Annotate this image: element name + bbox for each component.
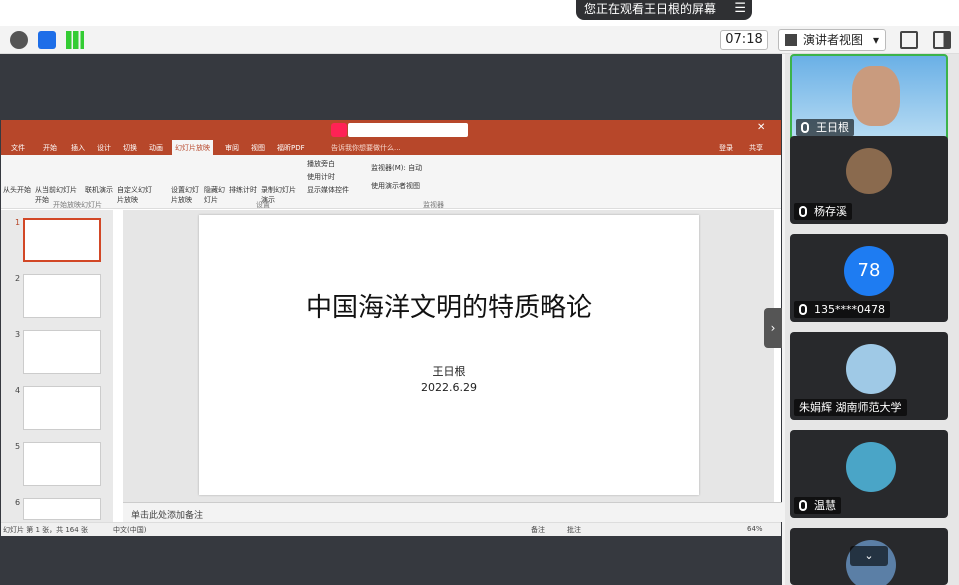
slide-number: 4 bbox=[15, 386, 21, 395]
view-mode-dropdown[interactable]: 演讲者视图 ▾ bbox=[778, 29, 886, 51]
notes-toggle[interactable]: 备注 bbox=[531, 525, 545, 535]
menu-slideshow[interactable]: 幻灯片放映 bbox=[172, 140, 213, 155]
menu-icon[interactable]: ☰ bbox=[734, 0, 746, 18]
sidebar-toggle-icon[interactable] bbox=[933, 31, 951, 49]
close-icon[interactable]: ✕ bbox=[757, 122, 765, 133]
menu-foxit[interactable]: 福昕PDF bbox=[277, 143, 305, 153]
media-controls-checkbox[interactable]: 显示媒体控件 bbox=[307, 185, 349, 195]
collapse-sidebar-icon[interactable]: › bbox=[764, 308, 782, 348]
slide-number: 1 bbox=[15, 218, 21, 227]
login-link[interactable]: 登录 bbox=[719, 143, 733, 153]
participant-name: 朱娟辉 湖南师范大学 bbox=[794, 399, 907, 416]
mic-muted-icon bbox=[799, 206, 807, 217]
ime-toolbar[interactable] bbox=[348, 123, 468, 137]
fullscreen-icon[interactable] bbox=[900, 31, 918, 49]
menu-view[interactable]: 视图 bbox=[251, 143, 265, 153]
participant-avatar bbox=[846, 344, 896, 394]
participant-tile[interactable]: 78 135****0478 bbox=[790, 234, 948, 322]
menu-animations[interactable]: 动画 bbox=[149, 143, 163, 153]
mic-icon bbox=[801, 122, 809, 133]
rehearse-button[interactable]: 排练计时 bbox=[229, 185, 257, 195]
from-beginning-button[interactable]: 从头开始 bbox=[3, 185, 31, 195]
presenter-view-checkbox[interactable]: 使用演示者视图 bbox=[371, 181, 420, 191]
menu-design[interactable]: 设计 bbox=[97, 143, 111, 153]
powerpoint-window: ✕ 文件 开始 插入 设计 切换 动画 幻灯片放映 审阅 视图 福昕PDF 告诉… bbox=[1, 120, 782, 536]
menu-bar: 文件 开始 插入 设计 切换 动画 幻灯片放映 审阅 视图 福昕PDF 告诉我你… bbox=[1, 140, 781, 155]
group-label-monitor: 监视器 bbox=[423, 201, 444, 209]
participant-name: 王日根 bbox=[796, 119, 854, 136]
title-bar: ✕ bbox=[1, 120, 781, 140]
online-present-button[interactable]: 联机演示 bbox=[85, 185, 113, 195]
menu-file[interactable]: 文件 bbox=[11, 143, 25, 153]
slide-number: 2 bbox=[15, 274, 21, 283]
slide-count: 幻灯片 第 1 张，共 164 张 bbox=[3, 526, 88, 534]
setup-show-button[interactable]: 设置幻灯片放映 bbox=[171, 185, 205, 205]
narration-checkbox[interactable]: 播放旁白 bbox=[307, 159, 335, 169]
slide-date: 2022.6.29 bbox=[421, 381, 477, 394]
slide-thumbnail[interactable] bbox=[23, 218, 101, 262]
monitor-select[interactable]: 监视器(M): 自动 bbox=[371, 163, 422, 173]
timings-checkbox[interactable]: 使用计时 bbox=[307, 172, 335, 182]
comments-toggle[interactable]: 批注 bbox=[567, 525, 581, 535]
status-bar: 幻灯片 第 1 张，共 164 张 中文(中国) 备注 批注 64% bbox=[1, 522, 781, 536]
mic-muted-icon bbox=[799, 500, 807, 511]
slide-thumbnail[interactable] bbox=[23, 386, 101, 430]
slide-thumbnail[interactable] bbox=[23, 274, 101, 318]
participant-tile[interactable]: 杨存溪 bbox=[790, 136, 948, 224]
participant-tile[interactable]: 朱娟辉 湖南师范大学 bbox=[790, 332, 948, 420]
chevron-down-icon: ▾ bbox=[872, 33, 879, 47]
security-shield-icon[interactable] bbox=[38, 31, 56, 49]
language-status: 中文(中国) bbox=[113, 526, 147, 534]
slide-number: 3 bbox=[15, 330, 21, 339]
screen-share-indicator: 您正在观看王日根的屏幕 ☰ bbox=[576, 0, 752, 20]
participant-tile[interactable]: ⌄ bbox=[790, 528, 948, 585]
signal-strength-icon[interactable] bbox=[66, 31, 84, 49]
slide-title: 中国海洋文明的特质略论 bbox=[305, 293, 592, 323]
participant-avatar bbox=[846, 148, 892, 194]
current-slide[interactable]: 中国海洋文明的特质略论 王日根 2022.6.29 bbox=[199, 215, 699, 495]
participant-name: 135****0478 bbox=[794, 301, 890, 318]
search-hint[interactable]: 告诉我你想要做什么... bbox=[331, 143, 401, 153]
participant-avatar bbox=[846, 442, 896, 492]
chevron-down-icon[interactable]: ⌄ bbox=[850, 546, 888, 566]
participant-tile[interactable]: 王日根 bbox=[790, 54, 948, 142]
zoom-level[interactable]: 64% bbox=[747, 525, 763, 533]
custom-show-button[interactable]: 自定义幻灯片放映 bbox=[117, 185, 157, 205]
menu-insert[interactable]: 插入 bbox=[71, 143, 85, 153]
slide-thumbnail[interactable] bbox=[23, 442, 101, 486]
shared-screen: ✕ 文件 开始 插入 设计 切换 动画 幻灯片放映 审阅 视图 福昕PDF 告诉… bbox=[0, 54, 782, 585]
menu-review[interactable]: 审阅 bbox=[225, 143, 239, 153]
presenter-view-icon bbox=[785, 34, 797, 46]
group-label-start: 开始放映幻灯片 bbox=[53, 201, 102, 209]
hide-slide-button[interactable]: 隐藏幻灯片 bbox=[204, 185, 226, 205]
menu-home[interactable]: 开始 bbox=[43, 143, 57, 153]
group-label-setup: 设置 bbox=[256, 201, 270, 209]
slide-editor: 中国海洋文明的特质略论 王日根 2022.6.29 bbox=[123, 210, 774, 502]
participant-initials: 78 bbox=[844, 246, 894, 296]
slide-author: 王日根 bbox=[432, 365, 466, 378]
participant-name: 温慧 bbox=[794, 497, 841, 514]
ime-logo-icon bbox=[331, 123, 347, 137]
slide-thumbnail[interactable] bbox=[23, 330, 101, 374]
participant-list: 王日根 杨存溪 78 135****0478 朱娟辉 湖南师范大学 温慧 ⌄ bbox=[785, 54, 959, 585]
slide-thumbnails: 1 2 3 4 5 6 bbox=[1, 210, 113, 522]
ribbon: 从头开始 从当前幻灯片开始 联机演示 自定义幻灯片放映 设置幻灯片放映 隐藏幻灯… bbox=[1, 155, 781, 209]
participant-name: 杨存溪 bbox=[794, 203, 852, 220]
slide-thumbnail[interactable] bbox=[23, 498, 101, 520]
top-banner bbox=[0, 0, 959, 26]
participant-video bbox=[852, 66, 900, 126]
mic-muted-icon bbox=[799, 304, 807, 315]
notes-pane[interactable]: 单击此处添加备注 bbox=[123, 502, 782, 522]
sharing-text: 您正在观看王日根的屏幕 bbox=[584, 2, 717, 16]
menu-transitions[interactable]: 切换 bbox=[123, 143, 137, 153]
view-mode-label: 演讲者视图 bbox=[803, 33, 864, 47]
share-button[interactable]: 共享 bbox=[749, 143, 763, 153]
meeting-timer: 07:18 bbox=[720, 30, 768, 50]
slide-number: 5 bbox=[15, 442, 21, 451]
info-icon[interactable] bbox=[10, 31, 28, 49]
slide-number: 6 bbox=[15, 498, 21, 507]
participant-tile[interactable]: 温慧 bbox=[790, 430, 948, 518]
